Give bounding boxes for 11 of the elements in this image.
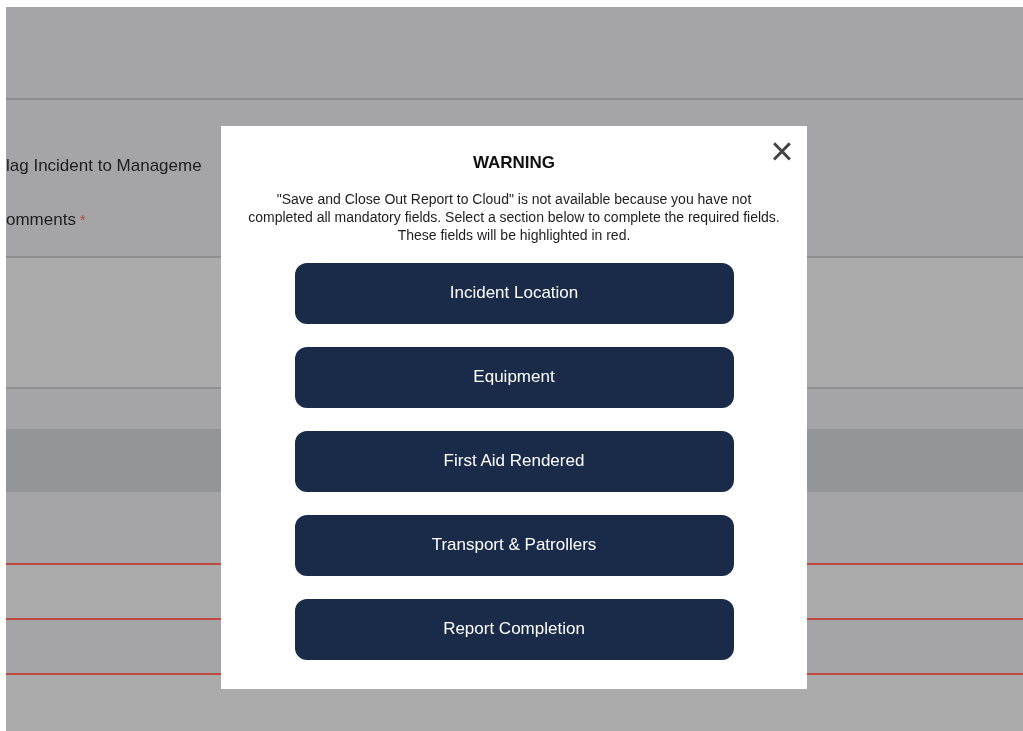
warning-message: "Save and Close Out Report to Cloud" is not available because you have not completed all mandatory fields. Select a section below to complete the required fields. These fields will be highlighted in red.	[247, 189, 781, 244]
section-button[interactable]: Report Completion	[294, 598, 734, 660]
required-asterisk: *	[79, 211, 86, 230]
dialog-title: WARNING	[472, 152, 556, 174]
section-button[interactable]: Transport & Patrollers	[294, 514, 734, 576]
section-button[interactable]: Equipment	[294, 346, 734, 408]
field-label: lag Incident to Manageme	[6, 156, 202, 176]
field-label: omments	[6, 210, 76, 230]
close-button[interactable]: ×	[767, 136, 797, 166]
section-button[interactable]: First Aid Rendered	[294, 430, 734, 492]
section-button[interactable]: Incident Location	[294, 262, 734, 324]
